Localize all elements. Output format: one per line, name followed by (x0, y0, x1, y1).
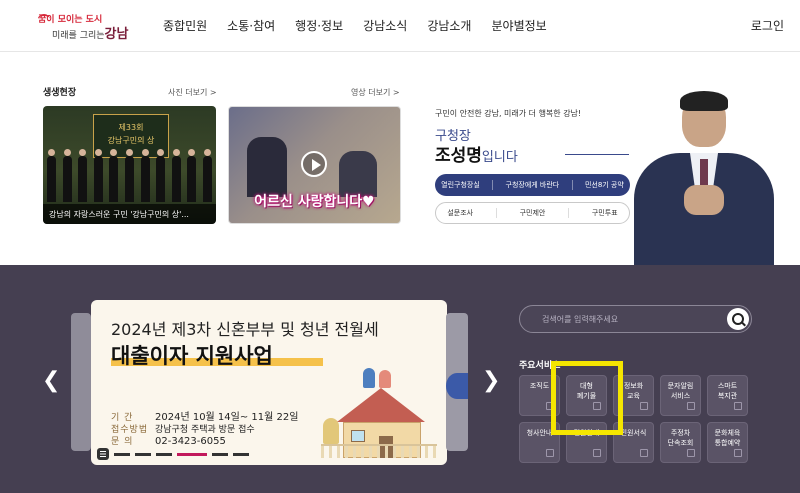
resident-proposal-button[interactable]: 구민제안 (520, 208, 546, 218)
nav-item-communication[interactable]: 소통·참여 (227, 17, 275, 34)
welfare-icon (734, 402, 742, 410)
service-org-chart[interactable]: 조직도 (519, 375, 560, 416)
chevron-left-icon[interactable]: ❮ (42, 370, 60, 392)
login-link[interactable]: 로그인 (751, 17, 784, 34)
slide-row-period: 기 간 2024년 10월 14일~ 11월 22일 (111, 412, 299, 423)
next-slide-peek[interactable] (446, 313, 468, 451)
mayor-name: 조성명입니다 (435, 146, 518, 166)
services-title: 주요서비스 (519, 361, 561, 371)
main-banner-slide[interactable]: 2024년 제3차 신혼부부 및 청년 전월세 대출이자 지원사업 기 간 202… (91, 300, 447, 465)
logo-line2: 미래를 그리는강남 (52, 27, 129, 42)
search-input[interactable]: 검색어를 입력해주세요 (542, 314, 618, 325)
service-civil-guide[interactable]: 민원안내 (566, 422, 607, 463)
slide-headline2: 대출이자 지원사업 (111, 344, 273, 368)
guide-icon (593, 449, 601, 457)
mayor-portrait (634, 91, 774, 265)
slide-dot[interactable] (135, 452, 151, 456)
mayor-slogan: 구민이 안전한 강남, 미래가 더 행복한 강남! (435, 109, 582, 118)
slide-dot[interactable] (114, 452, 130, 456)
slide-row-method: 접수방법 강남구청 주택과 방문 접수 (111, 425, 255, 435)
photo-news-caption: 강남의 자랑스러운 구민 '강남구민의 상'... (43, 204, 216, 224)
slide-row-contact: 문 의 02-3423-6055 (111, 436, 226, 447)
petition-to-mayor-button[interactable]: 구청장에게 바란다 (506, 180, 560, 190)
service-building-guide[interactable]: 청사안내 (519, 422, 560, 463)
video-news-card[interactable]: 어르신 사랑합니다♥ (228, 106, 401, 224)
service-it-education[interactable]: 정보화 교육 (613, 375, 654, 416)
slide-dot-active[interactable] (177, 452, 207, 456)
sms-icon (687, 402, 695, 410)
search-icon[interactable] (727, 308, 749, 330)
slide-dot[interactable] (233, 452, 249, 456)
booking-icon (734, 449, 742, 457)
resident-vote-button[interactable]: 구민투표 (592, 208, 618, 218)
building-icon (546, 449, 554, 457)
org-chart-icon (546, 402, 554, 410)
play-icon[interactable] (301, 151, 327, 177)
house-illustration (321, 368, 437, 462)
pledges-button[interactable]: 민선8기 공약 (585, 180, 624, 190)
service-civil-forms[interactable]: 민원서식 (613, 422, 654, 463)
lower-section: ❮ 2024년 제3차 신혼부부 및 청년 전월세 대출이자 지원사업 기 간2… (0, 265, 800, 493)
waste-icon (593, 402, 601, 410)
nav-item-administration[interactable]: 행정·정보 (295, 17, 343, 34)
parking-icon (687, 449, 695, 457)
main-nav: 종합민원 소통·참여 행정·정보 강남소식 강남소개 분야별정보 (163, 17, 567, 34)
service-culture-booking[interactable]: 문화체육 통합예약 (707, 422, 748, 463)
site-header: 꿈이 모이는 도시 미래를 그리는강남 종합민원 소통·참여 행정·정보 강남소… (0, 0, 800, 52)
nav-item-civil-service[interactable]: 종합민원 (163, 17, 207, 34)
service-bulky-waste[interactable]: 대형 폐기물 (566, 375, 607, 416)
award-group-image (47, 149, 212, 202)
nav-item-about[interactable]: 강남소개 (427, 17, 471, 34)
education-icon (640, 402, 648, 410)
service-parking-lookup[interactable]: 주정차 단속조회 (660, 422, 701, 463)
nav-item-field-info[interactable]: 분야별정보 (491, 17, 546, 34)
gangnam-logo[interactable]: 꿈이 모이는 도시 미래를 그리는강남 (38, 12, 130, 42)
service-smart-welfare[interactable]: 스마트 복지관 (707, 375, 748, 416)
video-overlay-text: 어르신 사랑합니다♥ (254, 194, 375, 210)
form-icon (640, 449, 648, 457)
menu-icon[interactable] (97, 448, 109, 460)
slide-headline1: 2024년 제3차 신혼부부 및 청년 전월세 (111, 320, 379, 339)
mayor-divider (565, 154, 629, 155)
slide-dot[interactable] (156, 452, 172, 456)
service-sms-alert[interactable]: 문자알림 서비스 (660, 375, 701, 416)
photo-news-card[interactable]: 제33회 강남구민의 상 강남의 자랑스러운 구민 '강남구민의 상'... (43, 106, 216, 224)
upper-section: 생생현장 사진 더보기 > 영상 더보기 > 제33회 강남구민의 상 강남의 … (0, 53, 800, 265)
slide-info-rows: 기 간 2024년 10월 14일~ 11월 22일 접수방법 강남구청 주택과 방… (111, 412, 298, 448)
slide-dot[interactable] (212, 452, 228, 456)
mayor-primary-buttons: 열린구청장실 구청장에게 바란다 민선8기 공약 (435, 174, 630, 196)
prev-slide-peek[interactable] (71, 313, 91, 451)
search-box[interactable]: 검색어를 입력해주세요 (519, 305, 752, 333)
mayor-secondary-buttons: 설문조사 구민제안 구민투표 (435, 202, 630, 224)
news-section-title: 생생현장 (43, 88, 77, 98)
chevron-right-icon[interactable]: ❯ (482, 370, 500, 392)
video-more-link[interactable]: 영상 더보기 > (351, 87, 400, 98)
survey-button[interactable]: 설문조사 (447, 208, 473, 218)
nav-item-news[interactable]: 강남소식 (363, 17, 407, 34)
photo-more-link[interactable]: 사진 더보기 > (168, 87, 217, 98)
slide-pagination (97, 448, 249, 460)
services-grid: 조직도 대형 폐기물 정보화 교육 문자알림 서비스 스마트 복지관 청사안내 … (519, 375, 752, 463)
open-mayor-office-button[interactable]: 열린구청장실 (441, 180, 480, 190)
